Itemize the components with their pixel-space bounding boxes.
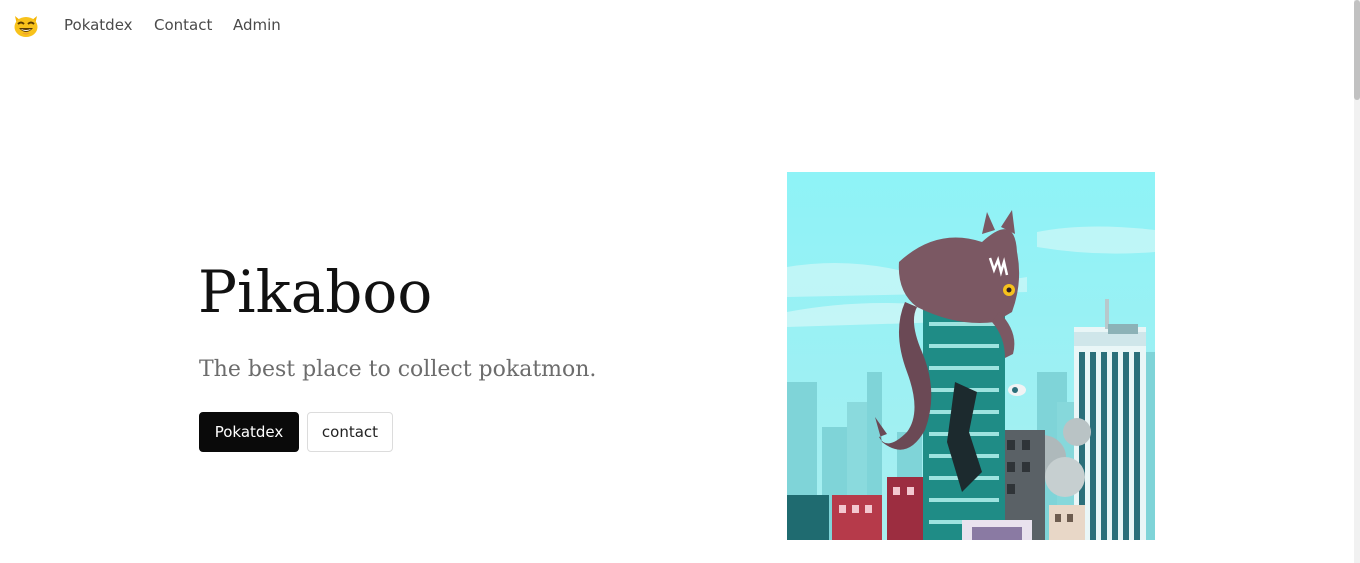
- nav-link-contact[interactable]: Contact: [154, 15, 212, 35]
- contact-button[interactable]: contact: [307, 412, 393, 452]
- hero-subtitle: The best place to collect pokatmon.: [199, 357, 597, 382]
- monster-cat-on-skyscraper-illustration: [787, 172, 1155, 540]
- smiling-cat-icon[interactable]: [12, 12, 40, 38]
- navbar: Pokatdex Contact Admin: [0, 0, 1354, 50]
- hero-title: Pikaboo: [198, 258, 433, 326]
- scrollbar-track[interactable]: [1354, 0, 1360, 563]
- scrollbar-thumb[interactable]: [1354, 0, 1360, 100]
- nav-link-admin[interactable]: Admin: [233, 15, 281, 35]
- pokatdex-button[interactable]: Pokatdex: [199, 412, 299, 452]
- nav-link-pokatdex[interactable]: Pokatdex: [64, 15, 133, 35]
